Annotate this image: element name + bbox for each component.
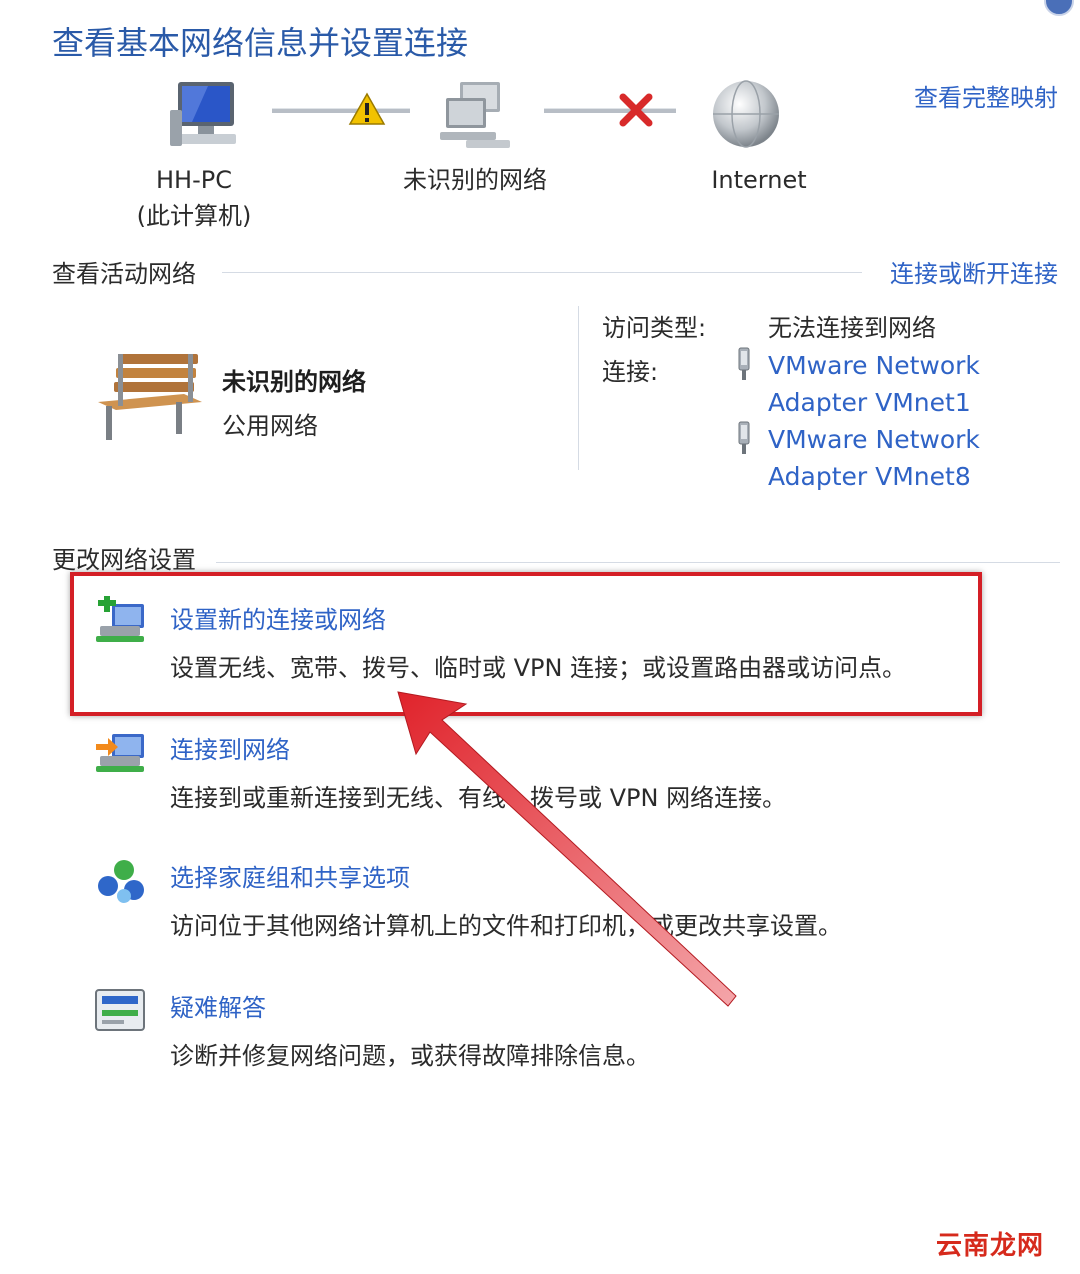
section-divider (216, 562, 1060, 563)
access-type-label: 访问类型: (602, 314, 707, 342)
red-x-icon (619, 93, 653, 127)
access-type-value: 无法连接到网络 (768, 314, 936, 342)
task-homegroup[interactable]: 选择家庭组和共享选项 (170, 858, 410, 893)
globe-icon (713, 80, 779, 148)
node-label-computer: HH-PC (此计算机) (136, 166, 252, 230)
task-desc: 诊断并修复网络问题，或获得故障排除信息。 (170, 1042, 650, 1070)
homegroup-icon (98, 860, 144, 903)
help-icon[interactable] (1044, 0, 1074, 16)
red-arrow-annotation (397, 691, 737, 1007)
park-bench-icon (98, 354, 202, 440)
task-troubleshoot[interactable]: 疑难解答 (170, 988, 266, 1023)
view-full-map-link[interactable]: 查看完整映射 (914, 78, 1058, 113)
change-settings-title: 更改网络设置 (52, 546, 196, 574)
vertical-divider (578, 306, 579, 470)
active-network-type: 公用网络 (222, 412, 318, 440)
network-adapter-icon (738, 347, 750, 380)
task-connect-network[interactable]: 连接到网络 (170, 730, 290, 765)
link-line-1 (272, 108, 410, 113)
active-network-name: 未识别的网络 (222, 368, 366, 396)
page-title: 查看基本网络信息并设置连接 (52, 24, 469, 62)
warning-icon (348, 92, 386, 125)
adapter-link-vmnet1[interactable]: VMware Network Adapter VMnet1 (768, 347, 980, 421)
network-icon (440, 82, 510, 148)
connect-network-icon (96, 734, 144, 772)
link-line-2 (544, 108, 676, 113)
node-label-network: 未识别的网络 (403, 166, 547, 194)
troubleshoot-icon (95, 989, 145, 1031)
section-divider (222, 272, 862, 273)
connections-label: 连接: (602, 358, 659, 386)
computer-icon (170, 82, 236, 146)
connect-disconnect-link[interactable]: 连接或断开连接 (890, 254, 1058, 289)
adapter-link-vmnet8[interactable]: VMware Network Adapter VMnet8 (768, 421, 980, 495)
active-networks-title: 查看活动网络 (52, 260, 196, 288)
node-label-internet: Internet (711, 166, 807, 194)
watermark: 云南龙网 (935, 1231, 1044, 1261)
network-adapter-icon (738, 421, 750, 454)
